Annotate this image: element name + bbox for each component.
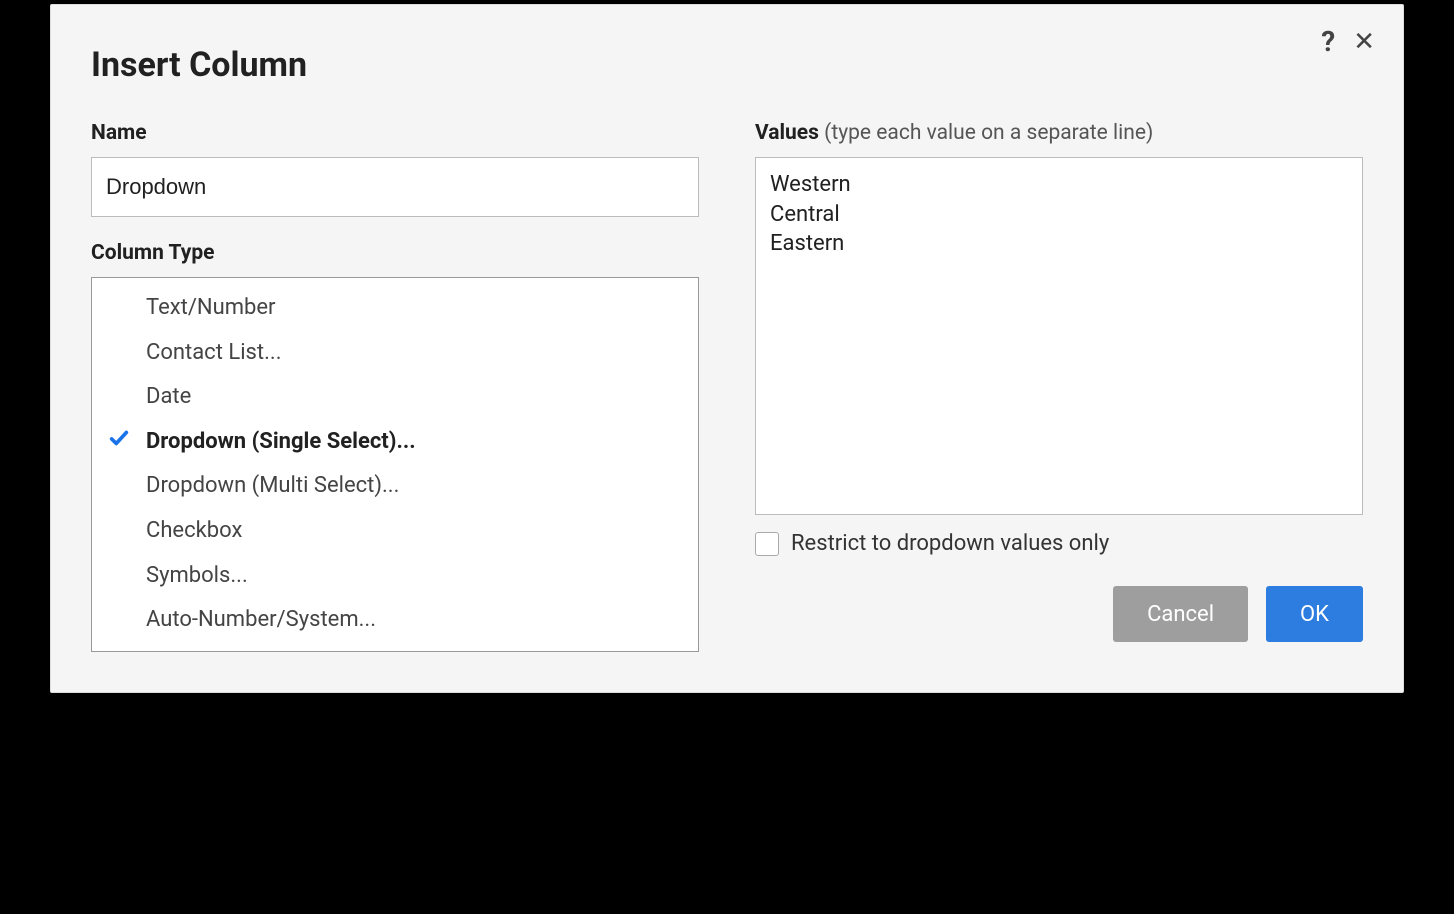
type-item-label: Auto-Number/System... bbox=[146, 606, 376, 635]
type-item-label: Date bbox=[146, 383, 191, 412]
cancel-button[interactable]: Cancel bbox=[1113, 586, 1248, 642]
close-icon[interactable]: ✕ bbox=[1353, 27, 1375, 57]
type-item-text-number[interactable]: Text/Number bbox=[92, 286, 698, 331]
left-column: Name Column Type Text/Number Contact Lis… bbox=[91, 121, 699, 652]
type-item-label: Symbols... bbox=[146, 562, 248, 591]
type-item-checkbox[interactable]: Checkbox bbox=[92, 509, 698, 554]
ok-button[interactable]: OK bbox=[1266, 586, 1363, 642]
type-item-auto-number[interactable]: Auto-Number/System... bbox=[92, 598, 698, 643]
type-item-label: Text/Number bbox=[146, 294, 276, 323]
values-label-text: Values bbox=[755, 121, 819, 145]
type-item-contact-list[interactable]: Contact List... bbox=[92, 331, 698, 376]
name-label: Name bbox=[91, 121, 699, 145]
type-item-label: Dropdown (Single Select)... bbox=[146, 428, 416, 457]
values-label: Values (type each value on a separate li… bbox=[755, 121, 1363, 145]
insert-column-dialog: ? ✕ Insert Column Name Column Type Text/… bbox=[50, 4, 1404, 693]
button-row: Cancel OK bbox=[755, 586, 1363, 642]
type-item-dropdown-multi[interactable]: Dropdown (Multi Select)... bbox=[92, 464, 698, 509]
restrict-row: Restrict to dropdown values only bbox=[755, 531, 1363, 556]
type-item-label: Checkbox bbox=[146, 517, 242, 546]
column-type-list: Text/Number Contact List... Date Dropdow… bbox=[91, 277, 699, 652]
type-item-symbols[interactable]: Symbols... bbox=[92, 554, 698, 599]
values-hint: (type each value on a separate line) bbox=[819, 121, 1153, 145]
column-type-section: Column Type Text/Number Contact List... … bbox=[91, 241, 699, 652]
dialog-top-controls: ? ✕ bbox=[1321, 25, 1375, 58]
type-item-label: Contact List... bbox=[146, 339, 282, 368]
check-icon bbox=[108, 427, 130, 458]
column-type-label: Column Type bbox=[91, 241, 699, 265]
values-textarea[interactable] bbox=[755, 157, 1363, 515]
restrict-label[interactable]: Restrict to dropdown values only bbox=[791, 531, 1109, 556]
content-row: Name Column Type Text/Number Contact Lis… bbox=[91, 121, 1363, 652]
dialog-title: Insert Column bbox=[91, 45, 1363, 85]
help-icon[interactable]: ? bbox=[1321, 25, 1335, 58]
type-item-date[interactable]: Date bbox=[92, 375, 698, 420]
type-item-dropdown-single[interactable]: Dropdown (Single Select)... bbox=[92, 420, 698, 465]
values-section: Values (type each value on a separate li… bbox=[755, 121, 1363, 556]
type-item-label: Dropdown (Multi Select)... bbox=[146, 472, 399, 501]
right-column: Values (type each value on a separate li… bbox=[755, 121, 1363, 652]
name-input[interactable] bbox=[91, 157, 699, 217]
restrict-checkbox[interactable] bbox=[755, 532, 779, 556]
